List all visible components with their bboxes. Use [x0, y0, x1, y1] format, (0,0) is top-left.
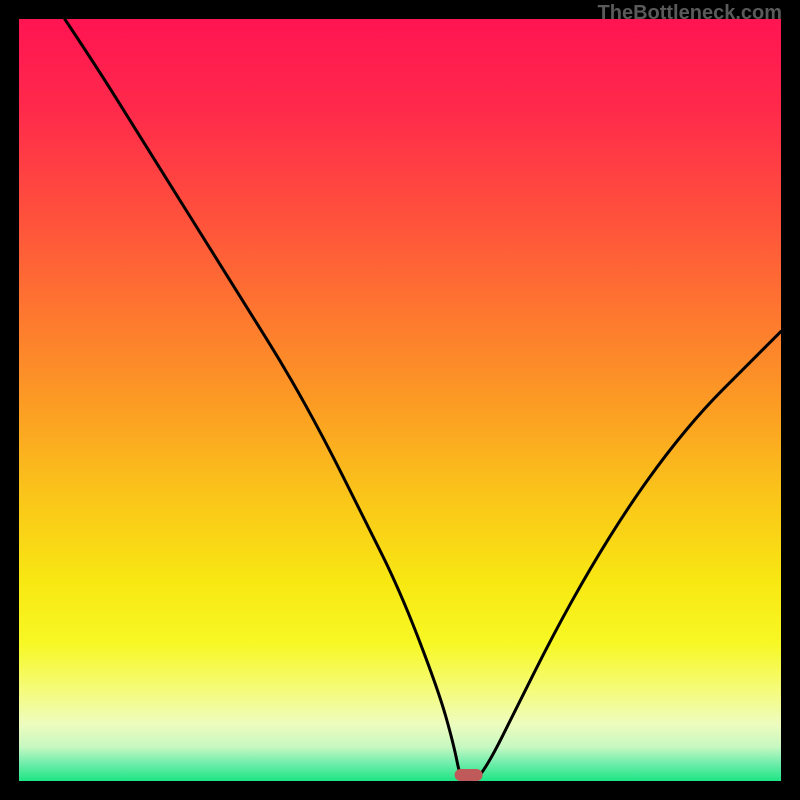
plot-area [19, 19, 781, 781]
chart-frame: TheBottleneck.com [0, 0, 800, 800]
min-marker [455, 769, 483, 781]
attribution-label: TheBottleneck.com [598, 2, 782, 25]
gradient-rect [19, 19, 781, 781]
chart-svg [19, 19, 781, 781]
